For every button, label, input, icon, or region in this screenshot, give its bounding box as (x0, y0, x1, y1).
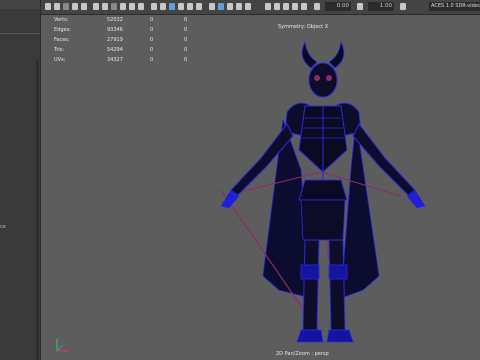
skull-mesh (308, 62, 338, 98)
hud-label: Edges: (54, 27, 71, 33)
hud-value: 0 (184, 47, 188, 53)
gamma-icon[interactable] (357, 3, 363, 10)
left-panel-header (0, 0, 40, 9)
ambient-occlusion-icon[interactable] (209, 3, 215, 10)
leg-mesh (302, 239, 320, 331)
hud-toggle-icon[interactable] (265, 3, 271, 10)
hud-label: Faces: (54, 37, 70, 43)
lighting-icon[interactable] (187, 3, 193, 10)
hud-label: UVs: (54, 57, 66, 63)
multisample-icon[interactable] (283, 3, 289, 10)
gate-mask-icon[interactable] (120, 3, 126, 10)
hud-value: 93346 (107, 27, 123, 33)
hud-value: 0 (184, 57, 188, 63)
viewport[interactable]: Verts: 52032 0 0 Edges: 93346 0 0 Faces:… (41, 15, 480, 360)
pelvis-mesh (298, 179, 348, 201)
hud-value: 0 (184, 17, 188, 23)
wireframe-on-shaded-icon[interactable] (169, 3, 175, 10)
hud-value: 0 (150, 57, 154, 63)
hud-value: 0 (150, 47, 154, 53)
horn-mesh (301, 40, 318, 69)
textured-icon[interactable] (178, 3, 184, 10)
field-chart-icon[interactable] (129, 3, 135, 10)
exposure-icon[interactable] (314, 3, 320, 10)
axis-gizmo (56, 339, 69, 352)
shadows-icon[interactable] (196, 3, 202, 10)
hud-label: Tris: (54, 47, 65, 53)
hud-value: 54294 (107, 47, 123, 53)
gamma-field[interactable]: 1.00 (368, 2, 394, 11)
knee-armor (328, 264, 348, 280)
hud-value: 52032 (107, 17, 123, 23)
camera-label: 2D Pan/Zoom : persp (276, 351, 329, 357)
image-plane-icon[interactable] (81, 3, 87, 10)
divider (0, 33, 40, 34)
viewport-toolbar: 0.00 1.00 ACES 1.0 SDR-video (41, 0, 480, 15)
wireframe-icon[interactable] (151, 3, 157, 10)
depth-of-field-icon[interactable] (292, 3, 298, 10)
color-space-dropdown[interactable]: ACES 1.0 SDR-video (429, 2, 480, 11)
bookmark-icon[interactable] (72, 3, 78, 10)
foot-mesh (296, 329, 324, 343)
foot-mesh (326, 329, 354, 343)
exposure-field[interactable]: 0.00 (325, 2, 351, 11)
knee-armor (300, 264, 320, 280)
hud-value: 0 (150, 37, 154, 43)
hud-label: Verts: (54, 17, 69, 23)
grid-icon[interactable] (93, 3, 99, 10)
leg-mesh (328, 239, 346, 331)
isolate-select-icon[interactable] (218, 3, 224, 10)
color-management-icon[interactable] (400, 3, 406, 10)
eye-socket (326, 75, 332, 81)
smooth-shade-icon[interactable] (160, 3, 166, 10)
horn-mesh (328, 40, 345, 69)
select-camera-icon[interactable] (45, 3, 51, 10)
left-panel-text-fragment: ce (0, 224, 6, 230)
motion-blur-icon[interactable] (274, 3, 280, 10)
eye-socket (314, 75, 320, 81)
hud-value: 0 (184, 37, 188, 43)
left-panel: ce (0, 0, 41, 360)
xray-icon[interactable] (227, 3, 233, 10)
resolution-gate-icon[interactable] (111, 3, 117, 10)
camera-attributes-icon[interactable] (63, 3, 69, 10)
hud-value: 0 (150, 17, 154, 23)
hud-value: 27919 (107, 37, 123, 43)
film-gate-icon[interactable] (102, 3, 108, 10)
hud-value: 0 (150, 27, 154, 33)
symmetry-label: Symmetry: Object X (278, 24, 329, 30)
lock-camera-icon[interactable] (54, 3, 60, 10)
hud-value: 34327 (107, 57, 123, 63)
skirt-mesh (300, 199, 346, 241)
character-wireframe-model[interactable] (201, 40, 451, 355)
xray-joints-icon[interactable] (236, 3, 242, 10)
safe-action-icon[interactable] (138, 3, 144, 10)
left-panel-scrollbar[interactable] (36, 60, 39, 360)
backface-culling-icon[interactable] (245, 3, 251, 10)
hud-value: 0 (184, 27, 188, 33)
screen-space-icon[interactable] (301, 3, 307, 10)
